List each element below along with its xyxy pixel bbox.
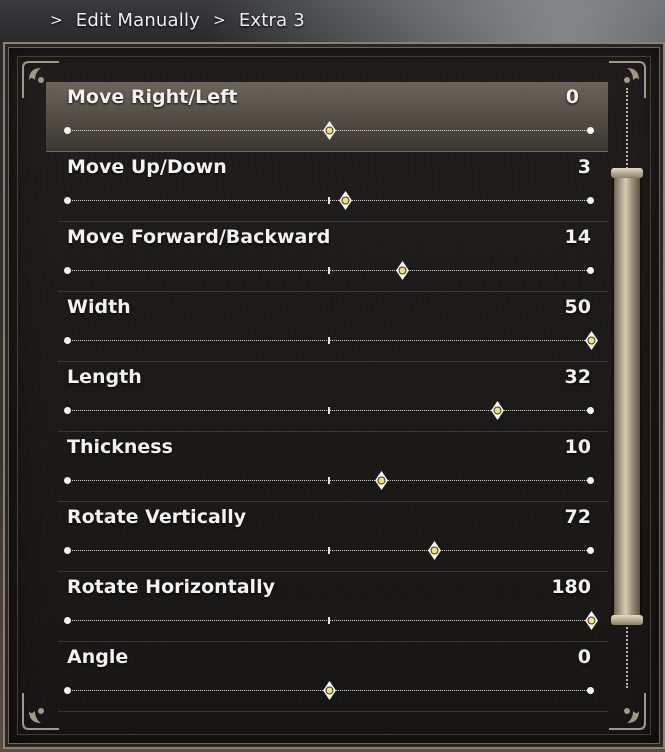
setting-value: 50 xyxy=(564,296,591,318)
setting-label: Width xyxy=(67,296,131,318)
setting-label: Move Up/Down xyxy=(67,156,227,178)
setting-value: 10 xyxy=(564,436,591,458)
slider-max-dot xyxy=(587,197,594,204)
settings-list: Move Right/Left 0 Move Up/Down 3 Move Forwar… xyxy=(46,82,608,712)
slider-center-tick xyxy=(328,477,330,484)
slider-handle-icon[interactable] xyxy=(396,261,410,280)
slider-center-tick xyxy=(328,197,330,204)
setting-row[interactable]: Move Forward/Backward 14 xyxy=(58,222,608,292)
setting-label: Rotate Vertically xyxy=(67,506,247,528)
setting-value: 32 xyxy=(564,366,591,388)
slider-min-dot xyxy=(64,477,71,484)
setting-label: Length xyxy=(67,366,142,388)
setting-value: 180 xyxy=(551,576,591,598)
slider-max-dot xyxy=(587,127,594,134)
slider-center-tick xyxy=(328,337,330,344)
setting-row[interactable]: Move Right/Left 0 xyxy=(46,82,608,152)
slider-center-tick xyxy=(328,547,330,554)
breadcrumb-separator: > xyxy=(213,11,226,29)
slider-min-dot xyxy=(64,687,71,694)
setting-label: Move Forward/Backward xyxy=(67,226,331,248)
slider-max-dot xyxy=(587,477,594,484)
setting-value: 3 xyxy=(577,156,591,178)
slider-min-dot xyxy=(64,547,71,554)
slider-center-tick xyxy=(328,407,330,414)
setting-row[interactable]: Rotate Horizontally 180 xyxy=(58,572,608,642)
setting-value: 0 xyxy=(577,646,591,668)
slider-handle-icon[interactable] xyxy=(323,121,336,140)
slider-max-dot xyxy=(587,687,594,694)
slider-handle-icon[interactable] xyxy=(585,331,598,350)
setting-label: Rotate Horizontally xyxy=(67,576,275,598)
setting-row[interactable]: Move Up/Down 3 xyxy=(58,152,608,222)
slider-max-dot xyxy=(587,407,594,414)
slider-handle-icon[interactable] xyxy=(338,191,352,210)
slider-min-dot xyxy=(64,197,71,204)
breadcrumb-separator: > xyxy=(50,11,63,29)
setting-row[interactable]: Rotate Vertically 72 xyxy=(58,502,608,572)
ornament-bottom-right-icon xyxy=(605,689,649,733)
setting-label: Thickness xyxy=(67,436,173,458)
slider-min-dot xyxy=(64,617,71,624)
scrollbar-thumb[interactable] xyxy=(611,168,643,625)
setting-row[interactable]: Thickness 10 xyxy=(58,432,608,502)
setting-row[interactable]: Angle 0 xyxy=(58,642,608,712)
setting-value: 0 xyxy=(565,86,579,108)
slider-handle-icon[interactable] xyxy=(427,541,441,560)
slider-center-tick xyxy=(328,267,330,274)
slider-min-dot xyxy=(64,337,71,344)
breadcrumb-item-edit-manually[interactable]: Edit Manually xyxy=(76,10,200,31)
slider-min-dot xyxy=(64,407,71,414)
setting-value: 14 xyxy=(564,226,591,248)
slider-handle-icon[interactable] xyxy=(323,681,336,700)
slider-max-dot xyxy=(587,267,594,274)
slider-max-dot xyxy=(587,547,594,554)
setting-row[interactable]: Width 50 xyxy=(58,292,608,362)
setting-label: Move Right/Left xyxy=(67,86,238,108)
scrollbar[interactable] xyxy=(611,88,643,688)
setting-row[interactable]: Length 32 xyxy=(58,362,608,432)
slider-handle-icon[interactable] xyxy=(490,401,504,420)
breadcrumb-item-extra-3: Extra 3 xyxy=(238,9,305,31)
breadcrumb: > Edit Manually > Extra 3 xyxy=(0,0,665,40)
slider-handle-icon[interactable] xyxy=(375,471,389,490)
slider-min-dot xyxy=(64,127,71,134)
ornament-bottom-left-icon xyxy=(19,689,63,733)
setting-value: 72 xyxy=(564,506,591,528)
slider-min-dot xyxy=(64,267,71,274)
slider-handle-icon[interactable] xyxy=(585,611,598,630)
slider-center-tick xyxy=(328,617,330,624)
setting-label: Angle xyxy=(67,646,129,668)
